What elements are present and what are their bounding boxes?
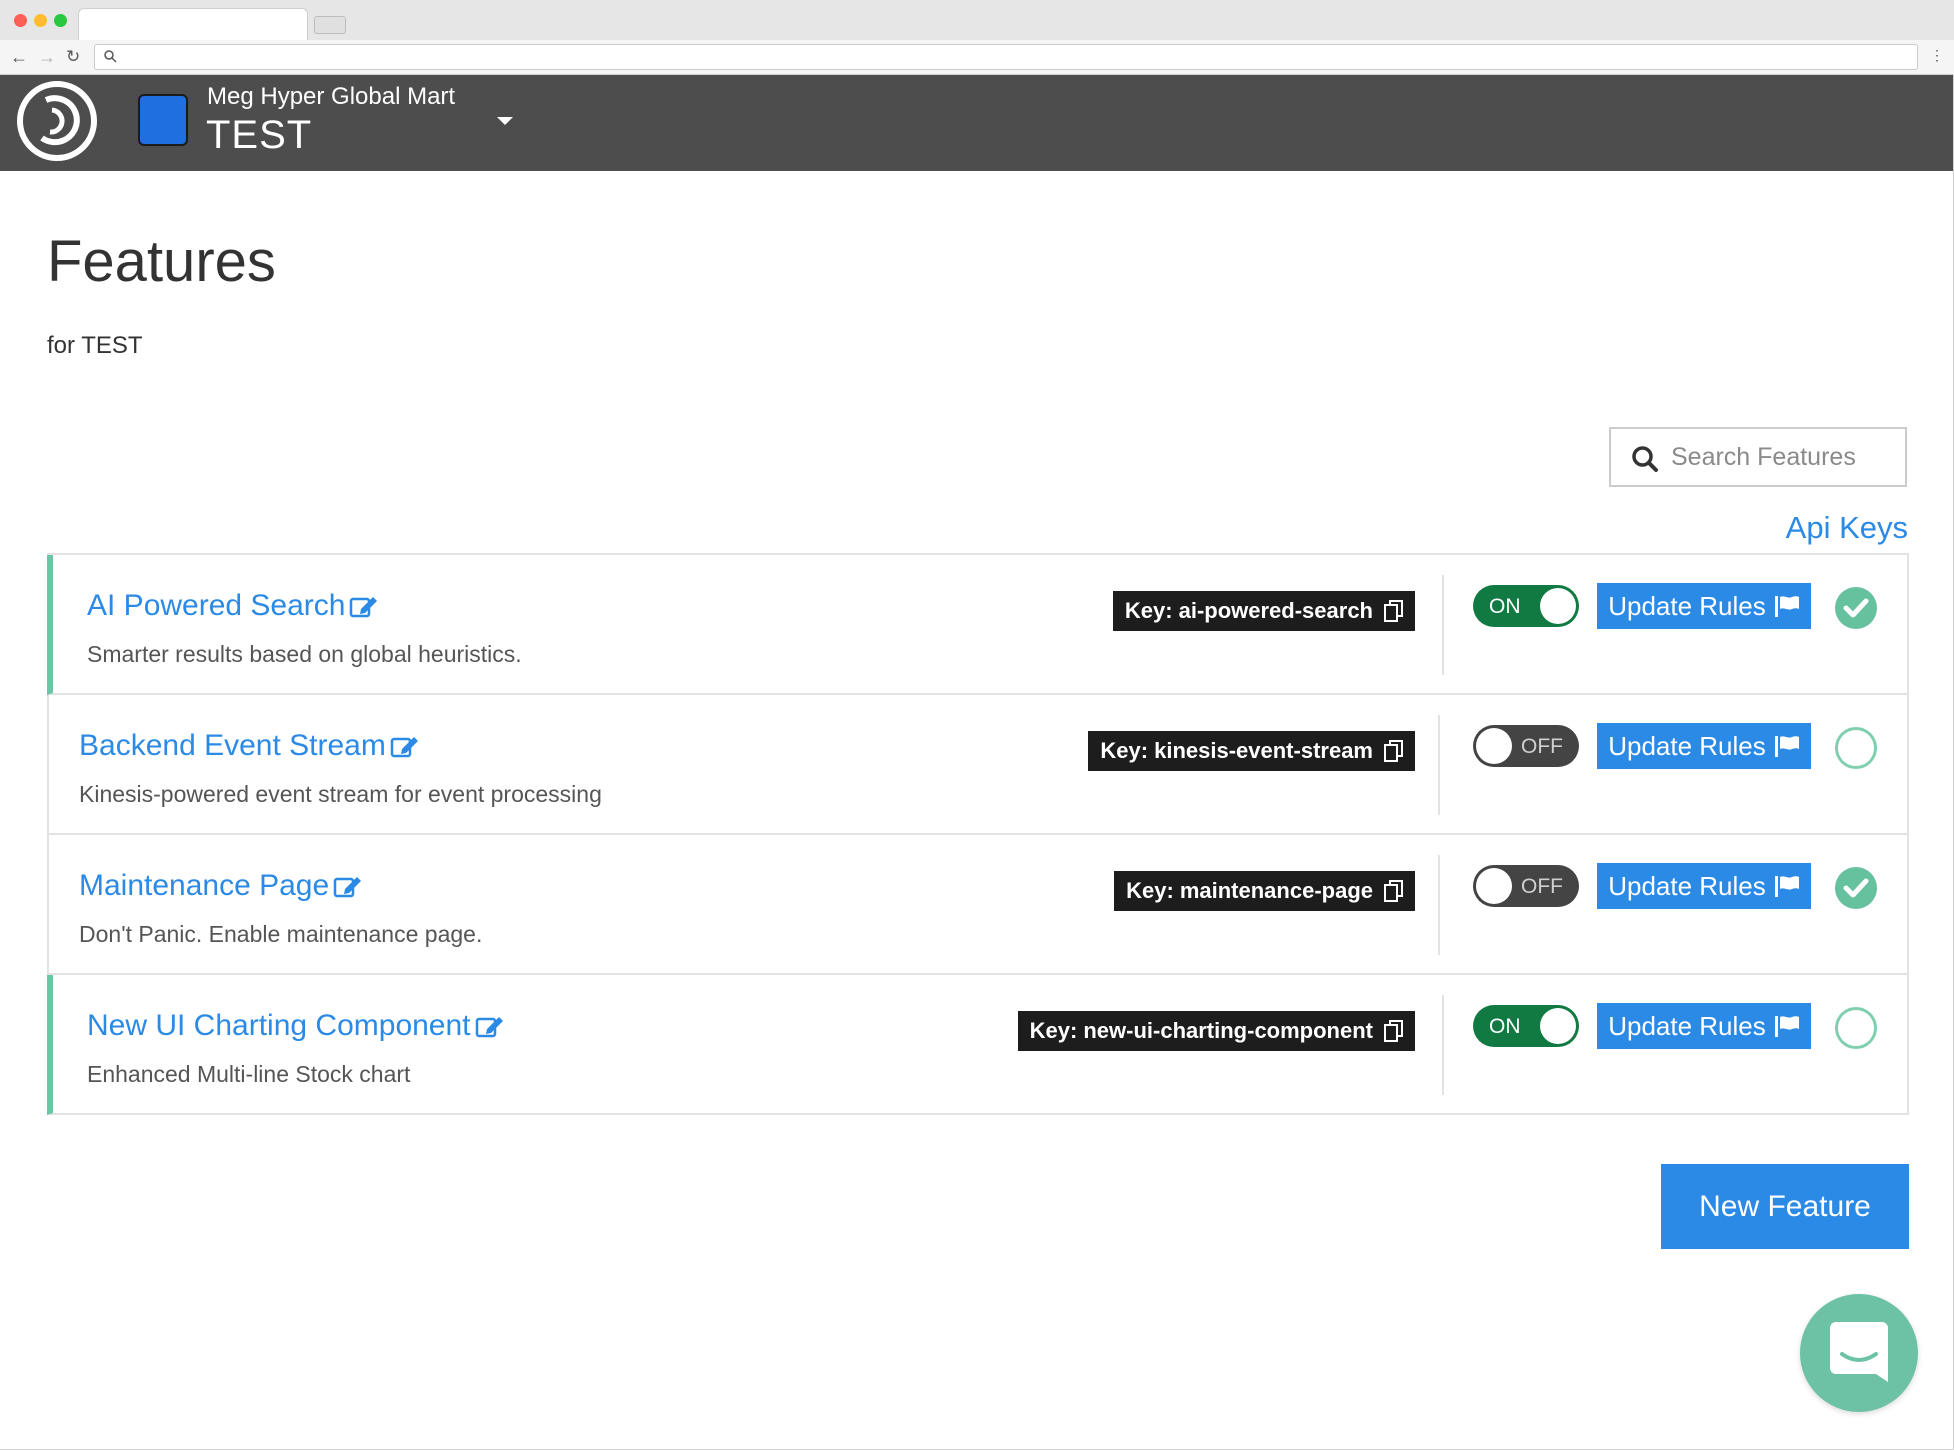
update-rules-button[interactable]: Update Rules [1597, 583, 1811, 629]
feature-title-link[interactable]: New UI Charting Component [87, 1009, 471, 1043]
feature-list: AI Powered Search Smarter results based … [47, 553, 1909, 1115]
back-icon[interactable]: ← [10, 45, 28, 69]
page-title: Features [47, 229, 276, 294]
feature-title-link[interactable]: Backend Event Stream [79, 729, 386, 763]
feature-key-badge: Key: new-ui-charting-component [1017, 1011, 1415, 1051]
flag-icon [1774, 1016, 1799, 1037]
new-tab-button[interactable] [314, 16, 346, 34]
org-avatar[interactable] [138, 94, 188, 146]
search-icon [1632, 446, 1658, 472]
forward-icon[interactable]: → [38, 45, 56, 69]
browser-menu-icon[interactable]: ⋮ [1930, 47, 1944, 64]
toggle-label: ON [1489, 1015, 1521, 1038]
update-rules-label: Update Rules [1608, 730, 1766, 761]
chat-icon [1830, 1322, 1888, 1382]
browser-tab[interactable] [78, 8, 308, 41]
row-divider [1438, 855, 1440, 955]
feature-title-link[interactable]: AI Powered Search [87, 589, 345, 623]
feature-toggle[interactable]: ON [1473, 1005, 1579, 1047]
feature-key-badge: Key: kinesis-event-stream [1088, 731, 1415, 771]
address-bar[interactable] [94, 44, 1918, 70]
copy-icon[interactable] [1383, 1019, 1405, 1043]
edit-icon[interactable] [390, 733, 420, 759]
feature-key-prefix: Key: [1126, 878, 1174, 903]
feature-key-prefix: Key: [1124, 598, 1173, 623]
copy-icon[interactable] [1383, 599, 1405, 623]
toggle-knob [1540, 1008, 1576, 1044]
address-search-icon [104, 50, 117, 63]
reload-icon[interactable]: ↻ [66, 45, 80, 69]
toggle-knob [1476, 728, 1512, 764]
edit-icon[interactable] [333, 873, 363, 899]
update-rules-button[interactable]: Update Rules [1597, 723, 1811, 769]
app-header: Meg Hyper Global Mart TEST [0, 75, 1954, 171]
flag-icon [1774, 736, 1799, 757]
check-icon [1843, 878, 1869, 898]
feature-row: Backend Event Stream Kinesis-powered eve… [47, 695, 1909, 835]
toggle-label: OFF [1521, 875, 1563, 898]
feature-key: kinesis-event-stream [1154, 738, 1373, 763]
flag-icon [1774, 876, 1799, 897]
caret-down-icon[interactable] [497, 117, 513, 125]
new-feature-button[interactable]: New Feature [1661, 1164, 1909, 1249]
feature-key: ai-powered-search [1178, 598, 1373, 623]
update-rules-label: Update Rules [1608, 870, 1766, 901]
app-logo-icon[interactable] [16, 80, 98, 162]
toggle-knob [1476, 868, 1512, 904]
environment-name[interactable]: TEST [206, 113, 312, 158]
edit-icon[interactable] [475, 1013, 505, 1039]
feature-status-indicator[interactable] [1835, 727, 1877, 769]
feature-key-badge: Key: maintenance-page [1114, 871, 1415, 911]
window-close-button[interactable] [14, 14, 27, 27]
feature-row: Maintenance Page Don't Panic. Enable mai… [47, 835, 1909, 975]
row-divider [1442, 575, 1444, 675]
feature-key-badge: Key: ai-powered-search [1112, 591, 1415, 631]
toggle-label: ON [1489, 595, 1521, 618]
flag-icon [1774, 596, 1799, 617]
feature-description: Smarter results based on global heuristi… [87, 641, 522, 667]
feature-title-link[interactable]: Maintenance Page [79, 869, 329, 903]
row-divider [1442, 995, 1444, 1095]
feature-row: AI Powered Search Smarter results based … [47, 555, 1909, 695]
update-rules-button[interactable]: Update Rules [1597, 1003, 1811, 1049]
feature-status-indicator[interactable] [1835, 587, 1877, 629]
feature-description: Kinesis-powered event stream for event p… [79, 781, 602, 807]
feature-description: Don't Panic. Enable maintenance page. [79, 921, 483, 947]
chat-launcher-button[interactable] [1800, 1294, 1918, 1412]
copy-icon[interactable] [1383, 739, 1405, 763]
feature-status-indicator[interactable] [1835, 867, 1877, 909]
search-input[interactable] [1671, 441, 1891, 473]
update-rules-button[interactable]: Update Rules [1597, 863, 1811, 909]
feature-row: New UI Charting Component Enhanced Multi… [47, 975, 1909, 1115]
toggle-knob [1540, 588, 1576, 624]
feature-description: Enhanced Multi-line Stock chart [87, 1061, 411, 1087]
check-icon [1843, 598, 1869, 618]
feature-key: new-ui-charting-component [1083, 1018, 1373, 1043]
org-name[interactable]: Meg Hyper Global Mart [207, 83, 455, 111]
edit-icon[interactable] [349, 593, 379, 619]
feature-key-prefix: Key: [1029, 1018, 1078, 1043]
feature-status-indicator[interactable] [1835, 1007, 1877, 1049]
feature-toggle[interactable]: OFF [1473, 865, 1579, 907]
toggle-label: OFF [1521, 735, 1563, 758]
window-maximize-button[interactable] [54, 14, 67, 27]
search-box[interactable] [1609, 427, 1907, 487]
feature-toggle[interactable]: ON [1473, 585, 1579, 627]
feature-key-prefix: Key: [1100, 738, 1149, 763]
feature-toggle[interactable]: OFF [1473, 725, 1579, 767]
api-keys-link[interactable]: Api Keys [1760, 510, 1908, 546]
copy-icon[interactable] [1383, 879, 1405, 903]
update-rules-label: Update Rules [1608, 590, 1766, 621]
window-minimize-button[interactable] [34, 14, 47, 27]
browser-tab-strip [0, 0, 1954, 41]
feature-key: maintenance-page [1179, 878, 1373, 903]
page-subtitle: for TEST [47, 332, 143, 359]
row-divider [1438, 715, 1440, 815]
update-rules-label: Update Rules [1608, 1010, 1766, 1041]
